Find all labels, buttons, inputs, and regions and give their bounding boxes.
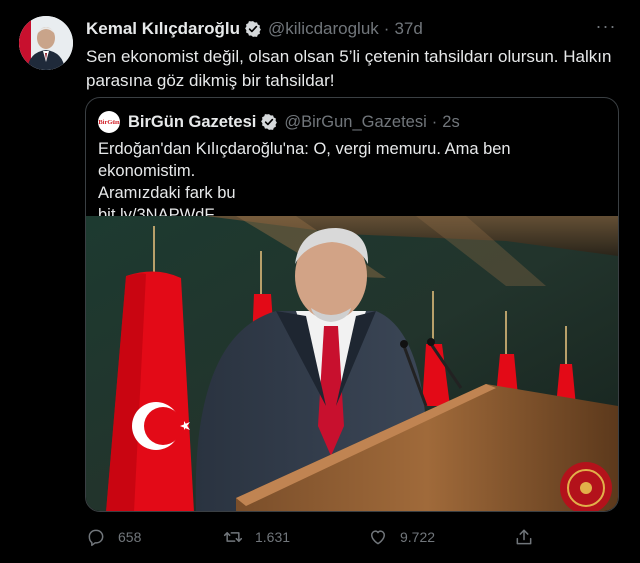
tweet-time[interactable]: 37d	[394, 19, 422, 39]
more-icon[interactable]: ···	[594, 14, 618, 38]
tweet[interactable]: Kemal Kılıçdaroğlu @kilicdarogluk · 37d …	[0, 0, 640, 563]
author-handle[interactable]: @kilicdarogluk	[268, 19, 379, 39]
quote-time[interactable]: 2s	[442, 113, 459, 132]
verified-badge-icon	[244, 20, 262, 38]
like-count: 9.722	[400, 529, 436, 545]
share-icon	[516, 529, 532, 545]
separator-dot: ·	[431, 112, 438, 131]
retweet-icon	[223, 532, 243, 542]
like-icon	[371, 530, 385, 545]
quote-header: BirGün BirGün Gazetesi @BirGun_Gazetesi …	[98, 110, 460, 134]
author-name[interactable]: Kemal Kılıçdaroğlu	[86, 19, 240, 39]
tweet-header: Kemal Kılıçdaroğlu @kilicdarogluk · 37d	[86, 17, 423, 41]
like-button[interactable]: 9.722	[368, 524, 435, 550]
quote-avatar-logo: BirGün	[98, 118, 120, 126]
quote-author-avatar[interactable]: BirGün	[98, 111, 120, 133]
tweet-text: Sen ekonomist değil, olsan olsan 5’li çe…	[86, 47, 612, 90]
reply-icon	[88, 529, 104, 547]
reply-button[interactable]: 658	[86, 524, 141, 550]
tweet-actions: 658 1.631 9.722	[86, 524, 546, 550]
author-avatar[interactable]	[19, 16, 73, 70]
quoted-tweet[interactable]: BirGün BirGün Gazetesi @BirGun_Gazetesi …	[85, 97, 619, 512]
verified-badge-icon	[260, 113, 278, 131]
retweet-count: 1.631	[255, 529, 291, 545]
quote-author-name[interactable]: BirGün Gazetesi	[128, 113, 256, 132]
quote-author-handle[interactable]: @BirGun_Gazetesi	[284, 113, 426, 132]
share-button[interactable]	[514, 524, 546, 550]
reply-count: 658	[118, 529, 142, 545]
quote-photo[interactable]	[86, 216, 618, 511]
retweet-button[interactable]: 1.631	[223, 524, 290, 550]
separator-dot: ·	[383, 19, 390, 38]
quote-text: Erdoğan'dan Kılıçdaroğlu'na: O, vergi me…	[98, 138, 608, 226]
quote-text-line: Aramızdaki fark bu	[98, 184, 236, 202]
quote-text-line: Erdoğan'dan Kılıçdaroğlu'na: O, vergi me…	[98, 140, 511, 180]
